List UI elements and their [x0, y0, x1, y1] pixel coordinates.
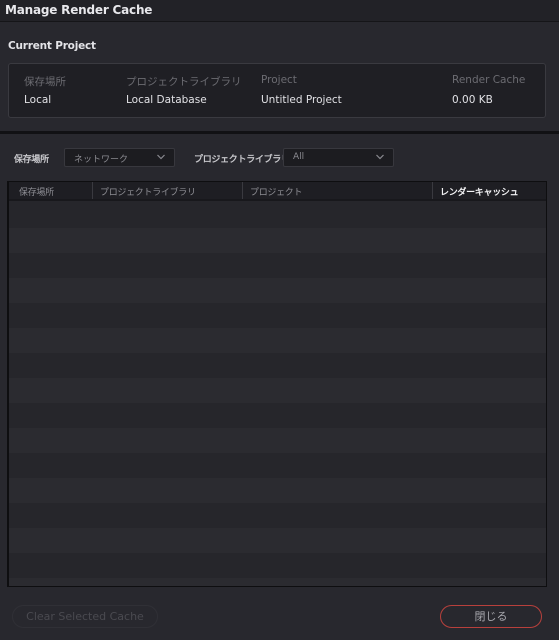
clear-selected-cache-button[interactable]: Clear Selected Cache	[12, 605, 158, 628]
current-project-label: Project	[261, 74, 297, 86]
current-project-value: Untitled Project	[261, 94, 342, 106]
current-location-label: 保存場所	[24, 76, 66, 88]
empty-row-stripe	[9, 428, 546, 453]
empty-row-stripe	[9, 503, 546, 528]
table-body	[9, 203, 546, 586]
section-divider	[0, 131, 559, 134]
empty-row-stripe	[9, 478, 546, 503]
current-location-value: Local	[24, 94, 52, 106]
empty-row-stripe	[9, 528, 546, 553]
render-cache-table[interactable]: 保存場所 プロジェクトライブラリ プロジェクト レンダーキャッシュ	[7, 181, 547, 587]
empty-row-stripe	[9, 578, 546, 586]
column-header-location[interactable]: 保存場所	[19, 182, 99, 199]
empty-row-stripe	[9, 203, 546, 228]
empty-row-stripe	[9, 253, 546, 278]
empty-row-stripe	[9, 228, 546, 253]
current-library-label: プロジェクトライブラリ	[126, 76, 242, 88]
title-bar: Manage Render Cache	[0, 0, 559, 22]
close-button[interactable]: 閉じる	[440, 605, 542, 628]
library-dropdown-value: All	[293, 152, 305, 162]
empty-row-stripe	[9, 453, 546, 478]
empty-row-stripe	[9, 303, 546, 328]
location-filter-label: 保存場所	[14, 155, 49, 165]
empty-row-stripe	[9, 403, 546, 428]
current-project-panel: 保存場所 Local プロジェクトライブラリ Local Database Pr…	[8, 63, 546, 118]
location-dropdown-value: ネットワーク	[74, 155, 129, 165]
chevron-down-icon	[157, 154, 165, 160]
library-dropdown[interactable]: All	[283, 148, 394, 167]
current-library-value: Local Database	[126, 94, 207, 106]
library-filter-label: プロジェクトライブラリ	[194, 155, 290, 165]
column-header-project[interactable]: プロジェクト	[242, 182, 432, 199]
current-render-cache-label: Render Cache	[452, 74, 526, 86]
current-render-cache-value: 0.00 KB	[452, 94, 493, 106]
table-header: 保存場所 プロジェクトライブラリ プロジェクト レンダーキャッシュ	[9, 182, 546, 201]
column-header-library[interactable]: プロジェクトライブラリ	[92, 182, 242, 199]
empty-row-stripe	[9, 328, 546, 353]
empty-row-stripe	[9, 278, 546, 303]
location-dropdown[interactable]: ネットワーク	[64, 148, 175, 167]
empty-row-stripe	[9, 553, 546, 578]
empty-row-stripe	[9, 353, 546, 378]
chevron-down-icon	[376, 154, 384, 160]
window-title: Manage Render Cache	[5, 3, 153, 17]
column-header-render-cache[interactable]: レンダーキャッシュ	[432, 182, 546, 199]
empty-row-stripe	[9, 378, 546, 403]
current-project-heading: Current Project	[8, 40, 96, 52]
